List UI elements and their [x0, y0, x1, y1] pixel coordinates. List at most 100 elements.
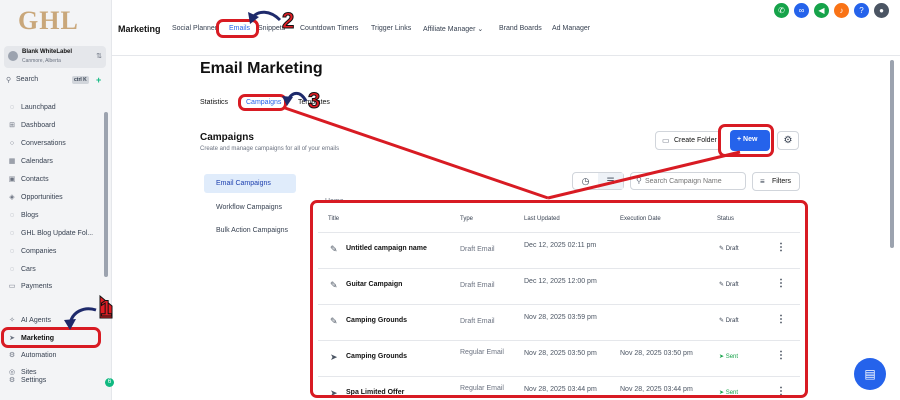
sidebar-item-label: Dashboard: [21, 122, 56, 129]
gear-icon: ⚙: [783, 135, 793, 146]
tab-countdown-timers[interactable]: Countdown Timers: [300, 25, 358, 32]
create-folder-button[interactable]: ▭ Create Folder: [655, 131, 721, 150]
campaign-nav-label: Bulk Action Campaigns: [216, 227, 288, 234]
tab-affiliate-manager[interactable]: Affiliate Manager ⌄: [423, 25, 483, 33]
sidebar-item-calendars[interactable]: ▦ Calendars: [0, 155, 104, 171]
page-title: Email Marketing: [200, 60, 323, 77]
sidebar-item-conversations[interactable]: ○ Conversations: [0, 137, 104, 153]
campaigns-heading: Campaigns: [200, 132, 254, 143]
chat-icon: ○: [9, 140, 15, 147]
sidebar-item-label: Conversations: [21, 140, 66, 147]
campaign-nav-label: Workflow Campaigns: [216, 204, 283, 211]
search-label: Search: [16, 76, 39, 83]
sidebar-item-ghl-blog-folder[interactable]: ◌ GHL Blog Update Fol...: [0, 227, 104, 243]
tab-ad-manager[interactable]: Ad Manager: [552, 25, 590, 32]
quick-add-icon[interactable]: +: [96, 75, 101, 85]
link-icon[interactable]: ∞: [794, 3, 809, 18]
campaign-search-input[interactable]: [645, 175, 743, 188]
bell-icon[interactable]: ♪: [834, 3, 849, 18]
subtab-statistics[interactable]: Statistics: [200, 99, 228, 106]
sidebar-item-settings[interactable]: ⚙ Settings: [0, 374, 104, 390]
page-scrollbar[interactable]: [890, 60, 894, 248]
account-icon: [8, 51, 18, 61]
help-icon[interactable]: ?: [854, 3, 869, 18]
campaign-nav-workflow[interactable]: Workflow Campaigns: [204, 198, 296, 217]
filters-button[interactable]: ≡ Filters: [752, 172, 800, 191]
sidebar-item-label: Blogs: [21, 212, 39, 219]
sidebar-item-label: Cars: [21, 266, 36, 273]
megaphone-icon[interactable]: ◀: [814, 3, 829, 18]
sidebar-item-payments[interactable]: ▭ Payments: [0, 280, 104, 296]
chat-icon: ▤: [864, 367, 876, 381]
blog-icon: ◌: [9, 212, 15, 219]
highlight-emails-tab: [216, 19, 259, 38]
tab-brand-boards[interactable]: Brand Boards: [499, 25, 542, 32]
highlight-marketing: [1, 327, 101, 348]
sidebar-item-companies[interactable]: ◌ Companies: [0, 245, 104, 261]
sidebar-item-label: Settings: [21, 377, 47, 384]
sidebar-item-label: Opportunities: [21, 194, 63, 201]
chevron-updown-icon: ⇅: [96, 53, 102, 60]
list-icon[interactable]: ☰: [598, 173, 623, 189]
gear-icon: ⚙: [8, 377, 16, 384]
account-location: Canmore, Alberta: [22, 58, 61, 64]
sidebar-item-label: Contacts: [21, 176, 49, 183]
sidebar-item-automation[interactable]: ⚙ Automation: [0, 349, 104, 365]
flow-icon: ⚙: [8, 352, 16, 359]
chat-widget-button[interactable]: ▤: [854, 358, 886, 390]
contacts-icon: ▣: [8, 176, 16, 183]
folder-icon: ▭: [662, 136, 670, 145]
highlight-campaigns-subtab: [238, 94, 287, 111]
filter-icon: ≡: [760, 177, 765, 186]
sidebar-item-label: GHL Blog Update Fol...: [21, 230, 94, 237]
avatar[interactable]: ●: [874, 3, 889, 18]
building-icon: ◌: [9, 248, 15, 255]
campaign-nav-email[interactable]: Email Campaigns: [204, 174, 296, 193]
campaigns-subtitle: Create and manage campaigns for all of y…: [200, 146, 340, 152]
clock-icon[interactable]: ◷: [573, 173, 598, 189]
sidebar-item-label: Calendars: [21, 158, 53, 165]
sidebar-scrollbar[interactable]: [104, 112, 108, 277]
sidebar-item-label: Companies: [21, 248, 57, 255]
step-1-badge: 1: [99, 296, 113, 322]
search-shortcut: ctrl K: [72, 76, 89, 84]
search-icon: ⚲: [636, 176, 642, 185]
account-switcher[interactable]: Blank WhiteLabel Canmore, Alberta ⇅: [4, 46, 106, 68]
create-folder-label: Create Folder: [674, 137, 717, 144]
sidebar-search[interactable]: ⚲ Search ctrl K: [4, 75, 94, 87]
sidebar-item-opportunities[interactable]: ◈ Opportunities: [0, 191, 104, 207]
phone-icon[interactable]: ✆: [774, 3, 789, 18]
sidebar-item-label: Launchpad: [21, 104, 56, 111]
sidebar-item-cars[interactable]: ◌ Cars: [0, 263, 104, 279]
notification-badge[interactable]: 6: [105, 378, 114, 387]
highlight-new-button: [718, 124, 774, 157]
sidebar-item-label: Payments: [21, 283, 53, 290]
sidebar-item-dashboard[interactable]: ⊞ Dashboard: [0, 119, 104, 135]
tab-social-planner[interactable]: Social Planner: [172, 25, 217, 32]
calendar-icon: ▦: [8, 158, 16, 165]
sidebar-item-label: AI Agents: [21, 317, 51, 324]
campaign-search: ⚲: [630, 172, 746, 190]
folder-icon: ◌: [9, 230, 15, 237]
funnel-icon: ◈: [9, 194, 15, 201]
account-name: Blank WhiteLabel: [22, 49, 73, 55]
sidebar-item-launchpad[interactable]: ◌ Launchpad: [0, 101, 104, 117]
step-3-badge: 3: [307, 88, 321, 114]
settings-gear-button[interactable]: ⚙: [777, 131, 799, 150]
sparkle-icon: ✧: [9, 317, 15, 324]
sidebar-item-blogs[interactable]: ◌ Blogs: [0, 209, 104, 225]
view-toggle: ◷ ☰: [572, 172, 624, 190]
header-actions: ✆ ∞ ◀ ♪ ? ●: [774, 3, 894, 19]
rocket-icon: ◌: [9, 104, 15, 111]
campaign-nav-bulk-action[interactable]: Bulk Action Campaigns: [204, 221, 296, 240]
tab-trigger-links[interactable]: Trigger Links: [371, 25, 411, 32]
brand-logo[interactable]: GHL: [18, 6, 79, 36]
step-2-badge: 2: [281, 8, 295, 34]
filters-label: Filters: [772, 178, 792, 185]
card-icon: ▭: [8, 283, 16, 290]
sidebar-item-label: Automation: [21, 352, 57, 359]
search-icon: ⚲: [6, 77, 12, 84]
grid-icon: ⊞: [9, 122, 15, 129]
sidebar-item-contacts[interactable]: ▣ Contacts: [0, 173, 104, 189]
car-icon: ◌: [9, 266, 15, 273]
